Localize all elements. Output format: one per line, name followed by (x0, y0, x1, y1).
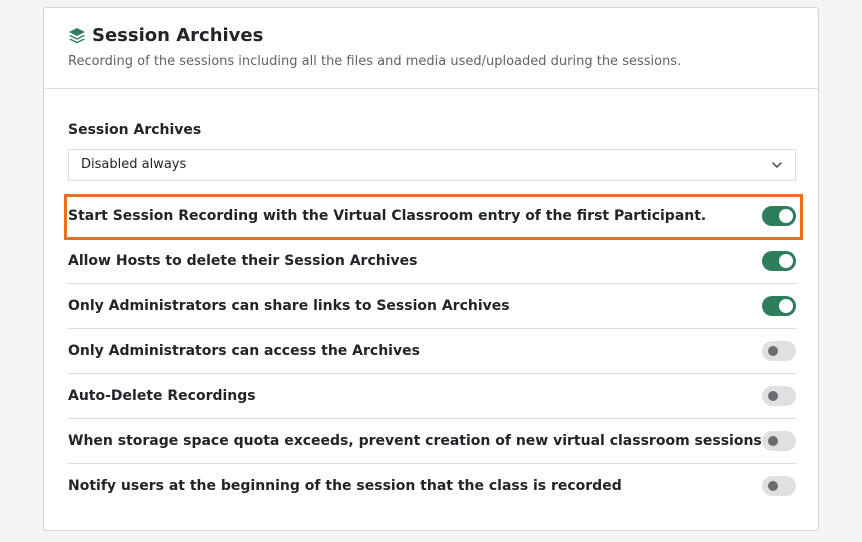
setting-label: Start Session Recording with the Virtual… (68, 208, 707, 224)
toggle-storage-quota[interactable] (762, 431, 796, 451)
setting-label: Auto-Delete Recordings (68, 388, 256, 404)
setting-label: Notify users at the beginning of the ses… (68, 478, 622, 494)
toggle-admin-share[interactable] (762, 296, 796, 316)
setting-row-notify-users: Notify users at the beginning of the ses… (68, 464, 796, 509)
card-title: Session Archives (92, 25, 264, 46)
setting-row-hosts-delete: Allow Hosts to delete their Session Arch… (68, 239, 796, 284)
toggle-knob (779, 254, 793, 268)
setting-row-auto-delete: Auto-Delete Recordings (68, 374, 796, 419)
card-subtitle: Recording of the sessions including all … (68, 54, 682, 69)
layers-icon (69, 28, 85, 44)
setting-label: Allow Hosts to delete their Session Arch… (68, 253, 418, 269)
session-archives-select[interactable]: Disabled always (68, 149, 796, 181)
toggle-knob (779, 299, 793, 313)
toggle-knob (779, 209, 793, 223)
setting-label: When storage space quota exceeds, preven… (68, 433, 762, 449)
setting-row-admin-share: Only Administrators can share links to S… (68, 284, 796, 329)
setting-row-admin-access: Only Administrators can access the Archi… (68, 329, 796, 374)
session-archives-label: Session Archives (68, 122, 202, 138)
card-header: Session Archives Recording of the sessio… (44, 8, 818, 89)
chevron-down-icon (772, 162, 782, 168)
setting-label: Only Administrators can access the Archi… (68, 343, 420, 359)
toggle-start-recording[interactable] (762, 206, 796, 226)
setting-label: Only Administrators can share links to S… (68, 298, 510, 314)
setting-row-start-recording: Start Session Recording with the Virtual… (68, 194, 796, 239)
toggle-admin-access[interactable] (762, 341, 796, 361)
toggle-knob (768, 436, 778, 446)
toggle-hosts-delete[interactable] (762, 251, 796, 271)
toggle-knob (768, 481, 778, 491)
toggle-knob (768, 391, 778, 401)
select-value: Disabled always (81, 157, 187, 172)
toggle-knob (768, 346, 778, 356)
toggle-notify-users[interactable] (762, 476, 796, 496)
session-archives-card: Session Archives Recording of the sessio… (43, 7, 819, 531)
setting-row-storage-quota: When storage space quota exceeds, preven… (68, 419, 796, 464)
toggle-auto-delete[interactable] (762, 386, 796, 406)
